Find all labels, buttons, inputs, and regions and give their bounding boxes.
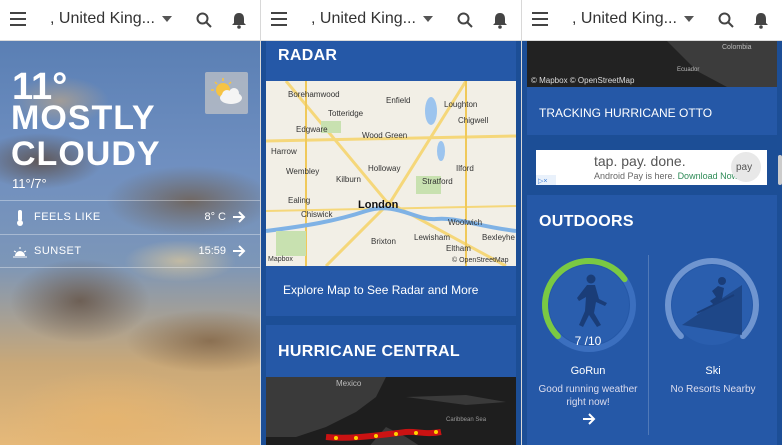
- svg-text:▷×: ▷×: [538, 178, 547, 185]
- partly-cloudy-icon: [205, 72, 248, 114]
- hurricane-title: HURRICANE CENTRAL: [278, 343, 460, 360]
- gorun-score: 7 /10: [574, 334, 602, 348]
- thermometer-icon: [17, 210, 23, 226]
- sunset-row[interactable]: SUNSET 15:59: [0, 234, 260, 268]
- location-selector[interactable]: , United King...: [50, 10, 155, 28]
- search-icon[interactable]: [718, 12, 734, 28]
- ad-download-link[interactable]: Download Now: [678, 171, 739, 181]
- feels-like-row[interactable]: FEELS LIKE 8° C: [0, 200, 260, 234]
- map-label: Kilburn: [336, 175, 361, 184]
- feels-like-value: 8° C: [204, 211, 226, 223]
- map-label: Totteridge: [328, 109, 364, 118]
- map-label: Ealing: [288, 196, 311, 205]
- bell-icon[interactable]: [491, 11, 509, 29]
- outdoors-card: OUTDOORS 7 /10 GoRun Good running weathe…: [527, 195, 777, 445]
- app-bar: , United King...: [522, 0, 782, 41]
- scrollbar[interactable]: [778, 155, 782, 185]
- map-attribution: Mapbox: [268, 256, 293, 263]
- ski-label: Ski: [705, 365, 721, 377]
- sunset-label: SUNSET: [34, 245, 82, 257]
- ski-description: No Resorts Nearby: [670, 384, 756, 395]
- map-label: Wood Green: [362, 131, 408, 140]
- ad-subtext-prefix: Android Pay is here.: [594, 171, 676, 181]
- map-label: Eltham: [446, 244, 471, 253]
- map-label: Woolwich: [448, 218, 483, 227]
- ad-subtext: Android Pay is here. Download Now ›: [594, 171, 744, 181]
- map-label: Holloway: [368, 164, 401, 173]
- map-label: Enfield: [386, 96, 411, 105]
- map-label: Stratford: [422, 177, 453, 186]
- android-pay-logo: pay: [731, 152, 761, 182]
- ad-choices-icon[interactable]: ▷×: [536, 175, 556, 185]
- sunset-icon: [13, 247, 27, 258]
- map-label: Ecuador: [677, 67, 700, 73]
- map-attribution: © Mapbox © OpenStreetMap: [531, 76, 635, 85]
- map-label: Loughton: [444, 100, 478, 109]
- sunset-value: 15:59: [198, 245, 226, 257]
- menu-icon[interactable]: [271, 12, 287, 28]
- radar-title: RADAR: [278, 47, 338, 64]
- gorun-label: GoRun: [570, 365, 606, 377]
- bell-icon[interactable]: [752, 11, 770, 29]
- search-icon[interactable]: [457, 12, 473, 28]
- map-label: Mexico: [336, 379, 362, 388]
- outdoors-panel: , United King... Colombia Ecuador © Mapb…: [522, 0, 782, 445]
- activity-divider: [648, 255, 649, 435]
- map-label: Brixton: [371, 237, 396, 246]
- hurricane-map-land: [266, 377, 506, 445]
- tracking-map[interactable]: Colombia Ecuador © Mapbox © OpenStreetMa…: [527, 41, 777, 87]
- map-label: Chigwell: [458, 116, 489, 125]
- map-label: Wembley: [286, 167, 320, 176]
- map-label: Harrow: [271, 147, 297, 156]
- map-label-london: London: [358, 199, 399, 211]
- tracking-hurricane-link[interactable]: TRACKING HURRICANE OTTO: [539, 106, 712, 120]
- map-label: Colombia: [722, 44, 752, 51]
- arrow-right-icon[interactable]: [232, 244, 246, 258]
- high-low-temperature: 11°/7°: [12, 176, 47, 191]
- current-conditions-panel: , United King... 11° MOSTLY CLOUDY 11°/7…: [0, 0, 260, 445]
- app-bar: , United King...: [0, 0, 260, 41]
- bell-icon[interactable]: [230, 11, 248, 29]
- map-label: Ilford: [456, 164, 474, 173]
- hurricane-map[interactable]: Mexico Caribbean Sea: [266, 377, 516, 445]
- chevron-down-icon[interactable]: [162, 16, 172, 22]
- radar-panel: , United King... RADAR Borehamwood Enfie…: [261, 0, 521, 445]
- tracking-card[interactable]: Colombia Ecuador © Mapbox © OpenStreetMa…: [527, 41, 777, 135]
- explore-map-link[interactable]: Explore Map to See Radar and More: [283, 283, 478, 297]
- gorun-description: Good running weather right now!: [538, 384, 638, 408]
- arrow-right-icon[interactable]: [232, 210, 246, 224]
- chevron-down-icon[interactable]: [684, 16, 694, 22]
- search-icon[interactable]: [196, 12, 212, 28]
- radar-map[interactable]: Borehamwood Enfield Loughton Totteridge …: [266, 81, 516, 266]
- condition-text: MOSTLY CLOUDY: [11, 99, 161, 173]
- app-bar: , United King...: [261, 0, 521, 41]
- chevron-down-icon[interactable]: [423, 16, 433, 22]
- map-label: Edgware: [296, 125, 328, 134]
- map-attribution: © OpenStreetMap: [452, 257, 509, 264]
- location-selector[interactable]: , United King...: [572, 10, 677, 28]
- outdoors-title: OUTDOORS: [539, 213, 634, 230]
- map-label: Caribbean Sea: [446, 417, 487, 423]
- ad-banner[interactable]: tap. pay. done. Android Pay is here. Dow…: [536, 150, 767, 185]
- arrow-right-icon[interactable]: [582, 412, 596, 426]
- menu-icon[interactable]: [532, 12, 548, 28]
- map-label: Lewisham: [414, 233, 451, 242]
- ad-headline: tap. pay. done.: [594, 153, 686, 169]
- map-label: Chiswick: [301, 210, 333, 219]
- radar-card[interactable]: RADAR Borehamwood Enfield Loughton Totte…: [266, 41, 516, 316]
- map-label: Borehamwood: [288, 90, 340, 99]
- menu-icon[interactable]: [10, 12, 26, 28]
- ski-gauge[interactable]: [662, 255, 762, 355]
- map-label: Bexleyhe: [482, 233, 515, 242]
- feels-like-label: FEELS LIKE: [34, 211, 101, 223]
- hurricane-card[interactable]: HURRICANE CENTRAL Mexico Caribbean Sea: [266, 325, 516, 445]
- location-selector[interactable]: , United King...: [311, 10, 416, 28]
- ad-badge-text: pay: [736, 162, 753, 173]
